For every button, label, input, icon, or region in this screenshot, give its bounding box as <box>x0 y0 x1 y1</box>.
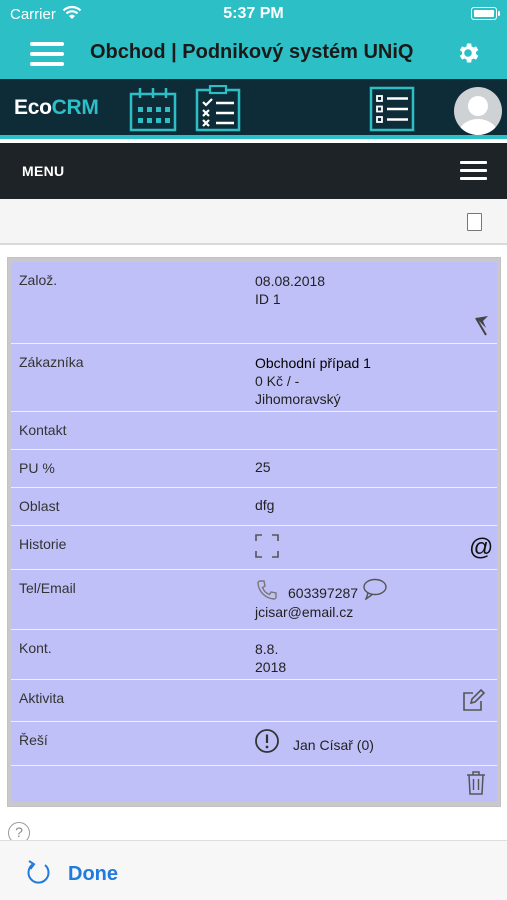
case-amount: 0 Kč / - <box>255 373 300 389</box>
row-kontakt: Kontakt <box>11 412 497 450</box>
chat-bubble-icon[interactable] <box>362 578 388 600</box>
row-historie: Historie @ <box>11 526 497 570</box>
hamburger-icon[interactable] <box>30 42 64 66</box>
nav-bar: Obchod | Podnikový systém UNiQ <box>0 28 507 79</box>
menu-toggle-icon[interactable] <box>460 161 487 181</box>
logo-eco: Eco <box>14 96 52 119</box>
ecocrm-logo[interactable]: EcoCRM <box>14 96 99 120</box>
menu-label[interactable]: MENU <box>22 163 64 179</box>
checkbox-icon[interactable] <box>467 213 482 231</box>
list-icon[interactable] <box>368 85 416 133</box>
row-kont: Kont. 8.8. 2018 <box>11 630 497 680</box>
checklist-icon[interactable] <box>194 85 242 133</box>
value-zaloz: 08.08.2018 ID 1 <box>255 272 325 308</box>
created-date: 08.08.2018 <box>255 273 326 289</box>
row-zaloz: Založ. 08.08.2018 ID 1 <box>11 262 497 344</box>
page-title: Obchod | Podnikový systém UNiQ <box>90 41 414 63</box>
contact-year: 2018 <box>255 659 287 675</box>
row-pu: PU % 25 <box>11 450 497 488</box>
edit-icon[interactable] <box>461 687 487 713</box>
battery-icon <box>471 7 500 20</box>
label-oblast: Oblast <box>19 498 60 514</box>
at-sign-icon[interactable]: @ <box>469 534 493 562</box>
label-zaloz: Založ. <box>19 272 58 288</box>
bottom-toolbar: Done <box>0 840 507 900</box>
label-aktivita: Aktivita <box>19 690 65 706</box>
clock: 5:37 PM <box>223 5 284 22</box>
contact-day: 8.8. <box>255 641 279 657</box>
flag-icon[interactable] <box>472 314 490 336</box>
case-name[interactable]: Obchodní případ 1 <box>255 354 371 372</box>
row-actions <box>11 766 497 802</box>
gear-icon[interactable] <box>455 40 481 66</box>
scan-frame-icon[interactable] <box>255 534 279 558</box>
done-button[interactable]: Done <box>68 863 118 886</box>
label-kont: Kont. <box>19 640 52 656</box>
row-oblast: Oblast dfg <box>11 488 497 526</box>
row-resi: Řeší Jan Císař (0) <box>11 722 497 766</box>
status-bar: Carrier 5:37 PM <box>0 0 507 28</box>
menu-bar: MENU <box>0 143 507 199</box>
label-zakaznika: Zákazníka <box>19 354 84 370</box>
record-id: ID 1 <box>255 291 281 307</box>
row-tel: Tel/Email 603397287 jcisar@email.cz <box>11 570 497 630</box>
calendar-icon[interactable] <box>128 85 178 133</box>
detail-table: Založ. 08.08.2018 ID 1 Zákazníka Obchodn… <box>11 262 497 802</box>
alert-icon[interactable] <box>254 728 280 754</box>
phone-number[interactable]: 603397287 <box>288 585 358 601</box>
value-kont: 8.8. 2018 <box>255 640 286 676</box>
row-aktivita: Aktivita <box>11 680 497 722</box>
label-resi: Řeší <box>19 732 48 748</box>
label-pu: PU % <box>19 460 55 476</box>
crm-toolbar: EcoCRM <box>0 79 507 139</box>
refresh-icon[interactable] <box>26 859 52 887</box>
phone-icon[interactable] <box>255 578 279 602</box>
detail-card: Založ. 08.08.2018 ID 1 Zákazníka Obchodn… <box>7 257 501 807</box>
trash-icon[interactable] <box>465 770 487 796</box>
logo-crm: CRM <box>51 96 99 119</box>
assignee-name[interactable]: Jan Císař (0) <box>293 737 374 753</box>
avatar[interactable] <box>454 87 502 135</box>
avatar-icon <box>458 96 498 135</box>
value-zakaznika: Obchodní případ 1 0 Kč / - Jihomoravský <box>255 354 371 408</box>
label-historie: Historie <box>19 536 67 552</box>
email-address[interactable]: jcisar@email.cz <box>255 604 353 620</box>
label-kontakt: Kontakt <box>19 422 67 438</box>
action-bar <box>0 199 507 245</box>
value-oblast: dfg <box>255 497 275 513</box>
row-zakaznika: Zákazníka Obchodní případ 1 0 Kč / - Jih… <box>11 344 497 412</box>
label-tel: Tel/Email <box>19 580 76 596</box>
value-pu: 25 <box>255 459 271 475</box>
case-region: Jihomoravský <box>255 391 341 407</box>
